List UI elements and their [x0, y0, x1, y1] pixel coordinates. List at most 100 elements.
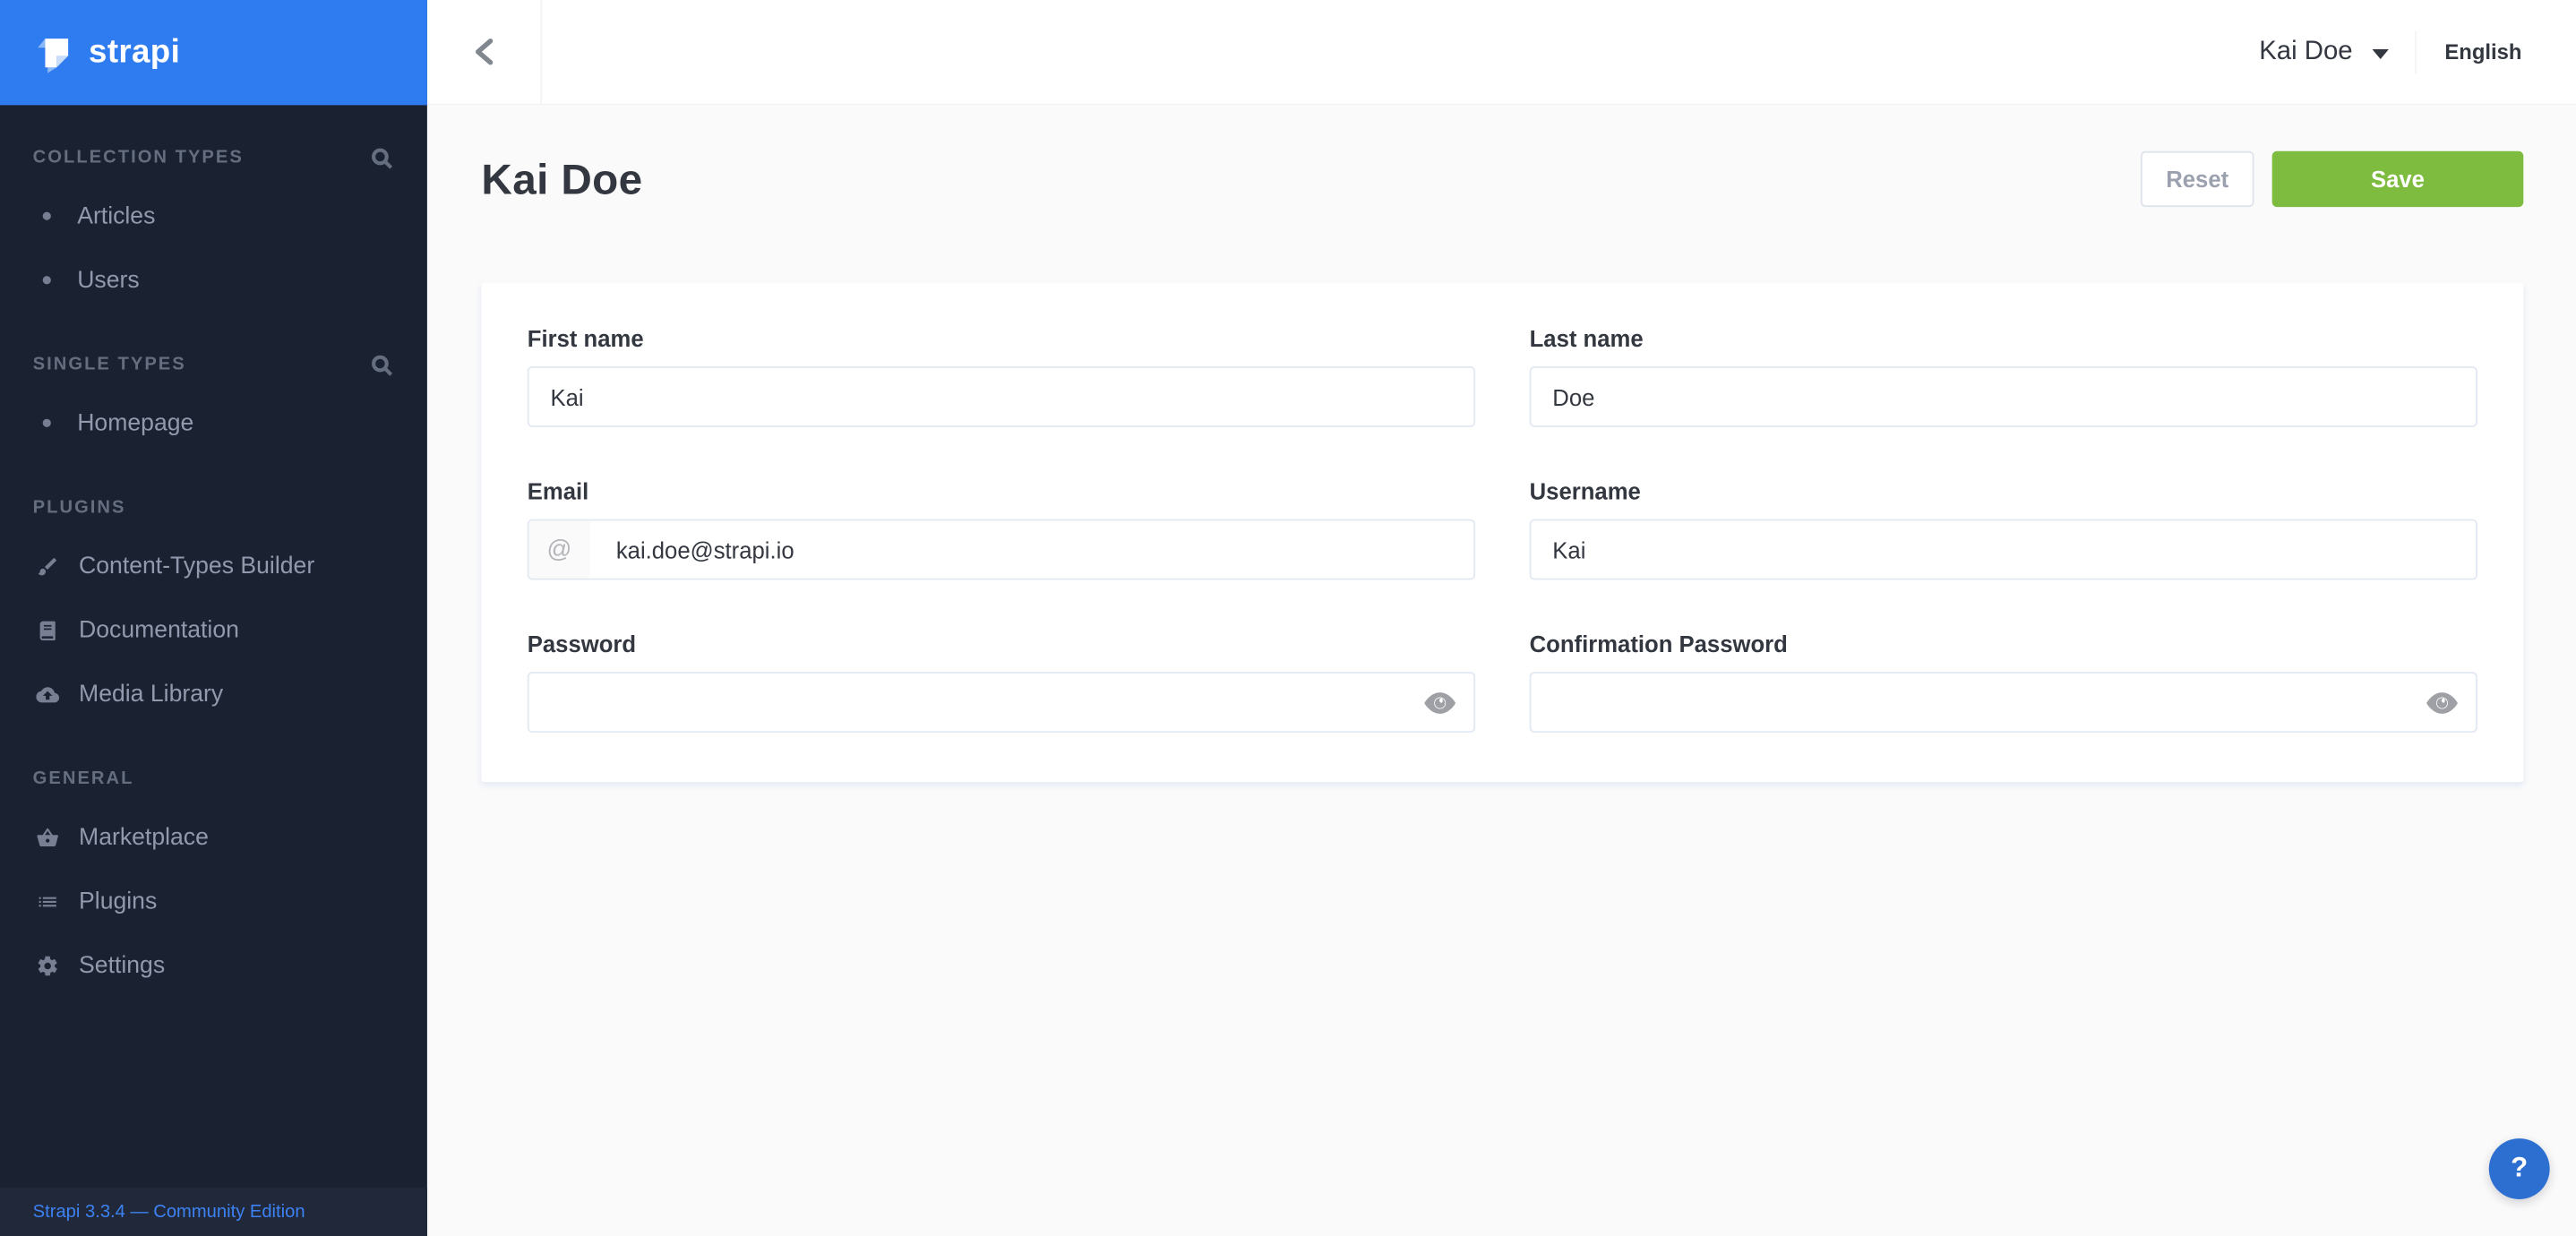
content: Kai Doe Reset Save First name Last name Em… — [427, 105, 2576, 1236]
sidebar-item-articles[interactable]: Articles — [0, 184, 427, 248]
input-wrap — [1530, 366, 2477, 427]
gear-icon — [36, 954, 59, 977]
bullet-icon — [43, 419, 51, 427]
sidebar-footer: Strapi 3.3.4 — Community Edition — [0, 1187, 427, 1236]
book-icon — [36, 619, 59, 642]
field-confirmation-password: Confirmation Password — [1530, 631, 2477, 733]
section-header: GENERAL — [0, 766, 427, 792]
sidebar-item-label: Marketplace — [79, 824, 209, 850]
sidebar-item-label: Articles — [77, 203, 155, 229]
sidebar-nav: COLLECTION TYPES Articles Users SINGLE TYPE… — [0, 144, 427, 997]
page-title: Kai Doe — [481, 153, 642, 204]
section-title: PLUGINS — [33, 498, 126, 518]
app-window: strapi COLLECTION TYPES Articles Users SING… — [0, 0, 2576, 1236]
nav-items: Articles Users — [0, 184, 427, 312]
section-header: PLUGINS — [0, 494, 427, 520]
input-wrap — [528, 366, 1475, 427]
strapi-logo[interactable]: strapi — [0, 0, 427, 105]
section-title: COLLECTION TYPES — [33, 148, 244, 167]
paintbrush-icon — [36, 554, 59, 578]
field-label: Last name — [1530, 325, 2477, 351]
field-email: Email @ — [528, 478, 1475, 580]
sidebar-section-general: GENERAL Marketplace Plugins Settings — [0, 766, 427, 998]
sidebar-item-plugins[interactable]: Plugins — [0, 869, 427, 933]
title-row: Kai Doe Reset Save — [481, 151, 2523, 207]
bullet-icon — [43, 212, 51, 220]
chevron-left-icon — [473, 38, 494, 65]
question-mark-icon: ? — [2511, 1152, 2528, 1185]
field-password: Password — [528, 631, 1475, 733]
email-input[interactable] — [589, 520, 1473, 578]
sidebar-section-collection-types: COLLECTION TYPES Articles Users — [0, 144, 427, 312]
list-icon — [36, 889, 59, 913]
last-name-input[interactable] — [1531, 368, 2476, 425]
section-title: SINGLE TYPES — [33, 355, 186, 374]
topbar-divider — [2415, 30, 2417, 73]
back-button[interactable] — [427, 0, 542, 104]
topbar-right: Kai Doe English — [2259, 0, 2576, 104]
sidebar-item-settings[interactable]: Settings — [0, 933, 427, 998]
sidebar-item-homepage[interactable]: Homepage — [0, 391, 427, 456]
sidebar-item-label: Plugins — [79, 888, 157, 914]
field-label: Confirmation Password — [1530, 631, 2477, 657]
language-selector[interactable]: English — [2444, 39, 2521, 64]
field-label: Password — [528, 631, 1475, 657]
username-input[interactable] — [1531, 520, 2476, 578]
first-name-input[interactable] — [529, 368, 1474, 425]
sidebar-section-single-types: SINGLE TYPES Homepage — [0, 352, 427, 456]
field-last-name: Last name — [1530, 325, 2477, 427]
section-header: SINGLE TYPES — [0, 352, 427, 378]
input-wrap: @ — [528, 519, 1475, 580]
eye-icon[interactable] — [1424, 691, 1455, 714]
reset-button[interactable]: Reset — [2141, 151, 2254, 207]
strapi-logo-icon — [33, 32, 74, 73]
field-first-name: First name — [528, 325, 1475, 427]
sidebar-item-label: Settings — [79, 952, 165, 978]
form-grid: First name Last name Email @ Username Passwor… — [528, 325, 2477, 733]
section-header: COLLECTION TYPES — [0, 144, 427, 170]
at-sign-addon: @ — [529, 520, 590, 578]
field-label: Username — [1530, 478, 2477, 504]
input-wrap — [528, 672, 1475, 733]
confirmation-password-input[interactable] — [1531, 674, 2476, 731]
strapi-logo-text: strapi — [89, 34, 180, 72]
search-icon[interactable] — [372, 354, 393, 375]
sidebar-item-media-library[interactable]: Media Library — [0, 662, 427, 726]
sidebar-item-label: Content-Types Builder — [79, 553, 314, 579]
sidebar-section-plugins: PLUGINS Content-Types Builder Documentatio… — [0, 494, 427, 726]
search-icon[interactable] — [372, 147, 393, 168]
field-username: Username — [1530, 478, 2477, 580]
nav-items: Content-Types Builder Documentation Media … — [0, 534, 427, 726]
save-button[interactable]: Save — [2272, 151, 2524, 207]
help-button[interactable]: ? — [2489, 1137, 2550, 1198]
main-area: Kai Doe English Kai Doe Reset Save First… — [427, 0, 2576, 1236]
sidebar-item-marketplace[interactable]: Marketplace — [0, 805, 427, 870]
field-label: First name — [528, 325, 1475, 351]
nav-items: Homepage — [0, 391, 427, 456]
edit-form-card: First name Last name Email @ Username Passwor… — [481, 282, 2523, 782]
eye-icon[interactable] — [2426, 691, 2458, 714]
user-menu[interactable]: Kai Doe — [2259, 37, 2389, 66]
sidebar-item-label: Media Library — [79, 681, 223, 707]
cloud-upload-icon — [36, 682, 59, 706]
password-input[interactable] — [529, 674, 1474, 731]
sidebar-item-content-types-builder[interactable]: Content-Types Builder — [0, 534, 427, 598]
user-name: Kai Doe — [2259, 37, 2352, 66]
sidebar-item-label: Documentation — [79, 617, 239, 643]
sidebar-item-label: Users — [77, 267, 139, 293]
section-title: GENERAL — [33, 768, 134, 788]
sidebar-item-label: Homepage — [77, 410, 193, 436]
nav-items: Marketplace Plugins Settings — [0, 805, 427, 998]
version-link[interactable]: Strapi 3.3.4 — Community Edition — [33, 1202, 305, 1222]
field-label: Email — [528, 478, 1475, 504]
sidebar: strapi COLLECTION TYPES Articles Users SING… — [0, 0, 427, 1236]
sidebar-item-documentation[interactable]: Documentation — [0, 598, 427, 663]
topbar: Kai Doe English — [427, 0, 2576, 105]
header-actions: Reset Save — [2141, 151, 2523, 207]
input-wrap — [1530, 672, 2477, 733]
sidebar-item-users[interactable]: Users — [0, 248, 427, 313]
bullet-icon — [43, 276, 51, 284]
chevron-down-icon — [2373, 48, 2389, 58]
basket-icon — [36, 826, 59, 849]
input-wrap — [1530, 519, 2477, 580]
